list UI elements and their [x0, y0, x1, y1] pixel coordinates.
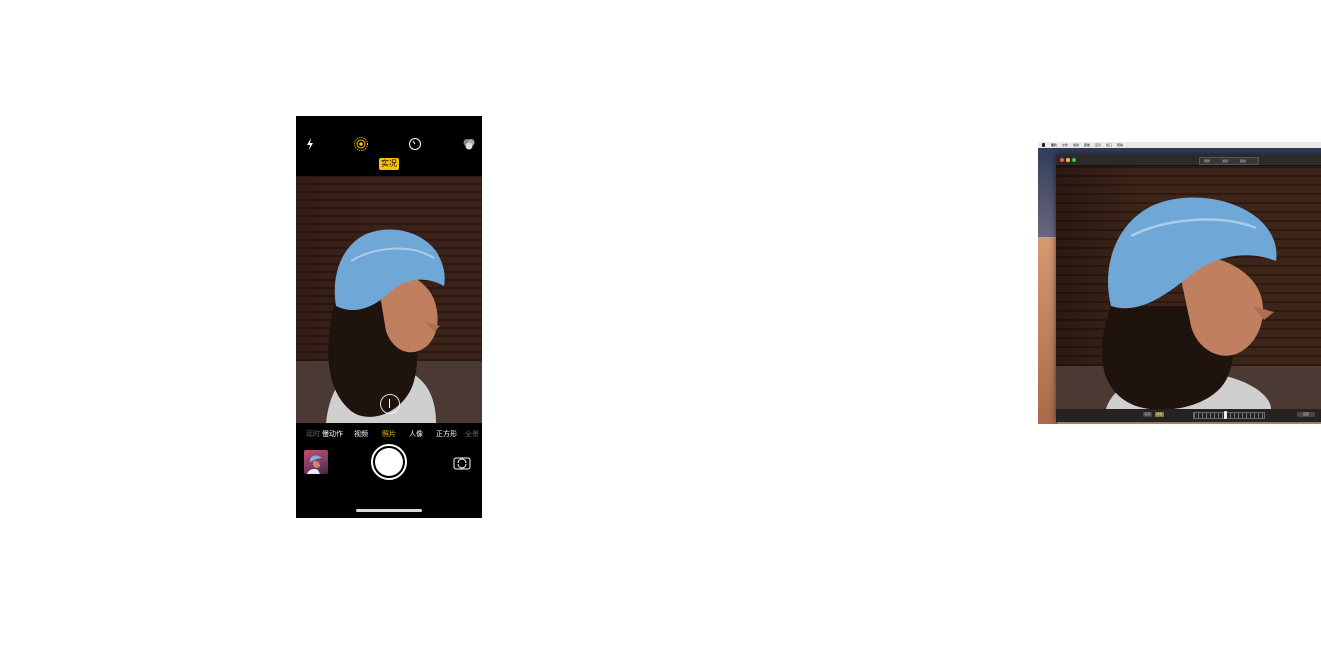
thumbnail-image — [307, 455, 322, 474]
photo-bottom-toolbar: 实况 静音 还原 — [1056, 409, 1321, 422]
menu-image[interactable]: 图像 — [1084, 142, 1090, 148]
window-titlebar: 调整 滤镜 裁剪 — [1056, 154, 1321, 166]
live-toggle-button[interactable]: 实况 — [1143, 412, 1152, 417]
edit-segmented-control[interactable]: 调整 滤镜 裁剪 — [1199, 157, 1259, 165]
timer-icon[interactable] — [407, 136, 423, 152]
mode-pano[interactable]: 全景 — [465, 429, 479, 439]
segment-crop[interactable]: 裁剪 — [1240, 158, 1246, 164]
focus-indicator — [380, 394, 400, 414]
menu-edit[interactable]: 编辑 — [1073, 142, 1079, 148]
mac-desktop: 照片 文件 编辑 图像 显示 窗口 帮助 调整 滤镜 裁剪 实况 静音 还原 — [1038, 142, 1321, 424]
menu-file[interactable]: 文件 — [1062, 142, 1068, 148]
photos-window: 调整 滤镜 裁剪 实况 静音 还原 — [1056, 154, 1321, 422]
flash-icon[interactable] — [302, 136, 318, 152]
desktop-wallpaper-dune — [1038, 237, 1058, 424]
apple-icon[interactable] — [1042, 143, 1045, 147]
live-photo-scrubber[interactable] — [1193, 411, 1265, 419]
last-photo-thumbnail[interactable] — [304, 450, 328, 474]
mute-button[interactable]: 静音 — [1155, 412, 1164, 417]
shutter-button[interactable] — [371, 444, 407, 480]
scrubber-handle[interactable] — [1224, 411, 1227, 419]
menu-photos[interactable]: 照片 — [1051, 142, 1057, 148]
menu-window[interactable]: 窗口 — [1106, 142, 1112, 148]
close-window-button[interactable] — [1060, 158, 1064, 162]
mac-menu-bar: 照片 文件 编辑 图像 显示 窗口 帮助 — [1038, 142, 1321, 148]
camera-top-bar: 实况 — [296, 116, 482, 176]
menu-view[interactable]: 显示 — [1095, 142, 1101, 148]
minimize-window-button[interactable] — [1066, 158, 1070, 162]
zoom-window-button[interactable] — [1072, 158, 1076, 162]
filters-icon[interactable] — [461, 136, 477, 152]
mode-video[interactable]: 视频 — [354, 429, 368, 439]
mode-time-lapse[interactable]: 延时 — [306, 429, 320, 439]
mode-photo[interactable]: 照片 — [382, 429, 396, 439]
segment-filters[interactable]: 滤镜 — [1222, 158, 1228, 164]
camera-flip-icon[interactable] — [453, 456, 471, 470]
mode-portrait[interactable]: 人像 — [409, 429, 423, 439]
live-badge: 实况 — [379, 158, 399, 170]
live-photo-icon[interactable] — [353, 136, 369, 152]
revert-button[interactable]: 还原 — [1297, 412, 1315, 417]
home-indicator — [356, 509, 422, 512]
mode-slow-motion[interactable]: 慢动作 — [322, 429, 343, 439]
photo-preview-image — [1056, 197, 1321, 409]
photo-preview[interactable] — [1056, 166, 1321, 409]
camera-mode-selector[interactable]: 延时 慢动作 视频 照片 人像 正方形 全景 — [296, 426, 482, 440]
segment-adjust[interactable]: 调整 — [1204, 158, 1210, 164]
mode-square[interactable]: 正方形 — [436, 429, 457, 439]
menu-help[interactable]: 帮助 — [1117, 142, 1123, 148]
iphone-camera-screen: 实况 延时 慢动作 视频 照片 人像 正方形 全景 — [296, 116, 482, 518]
viewfinder-subject-image — [296, 229, 482, 423]
viewfinder[interactable] — [296, 176, 482, 423]
